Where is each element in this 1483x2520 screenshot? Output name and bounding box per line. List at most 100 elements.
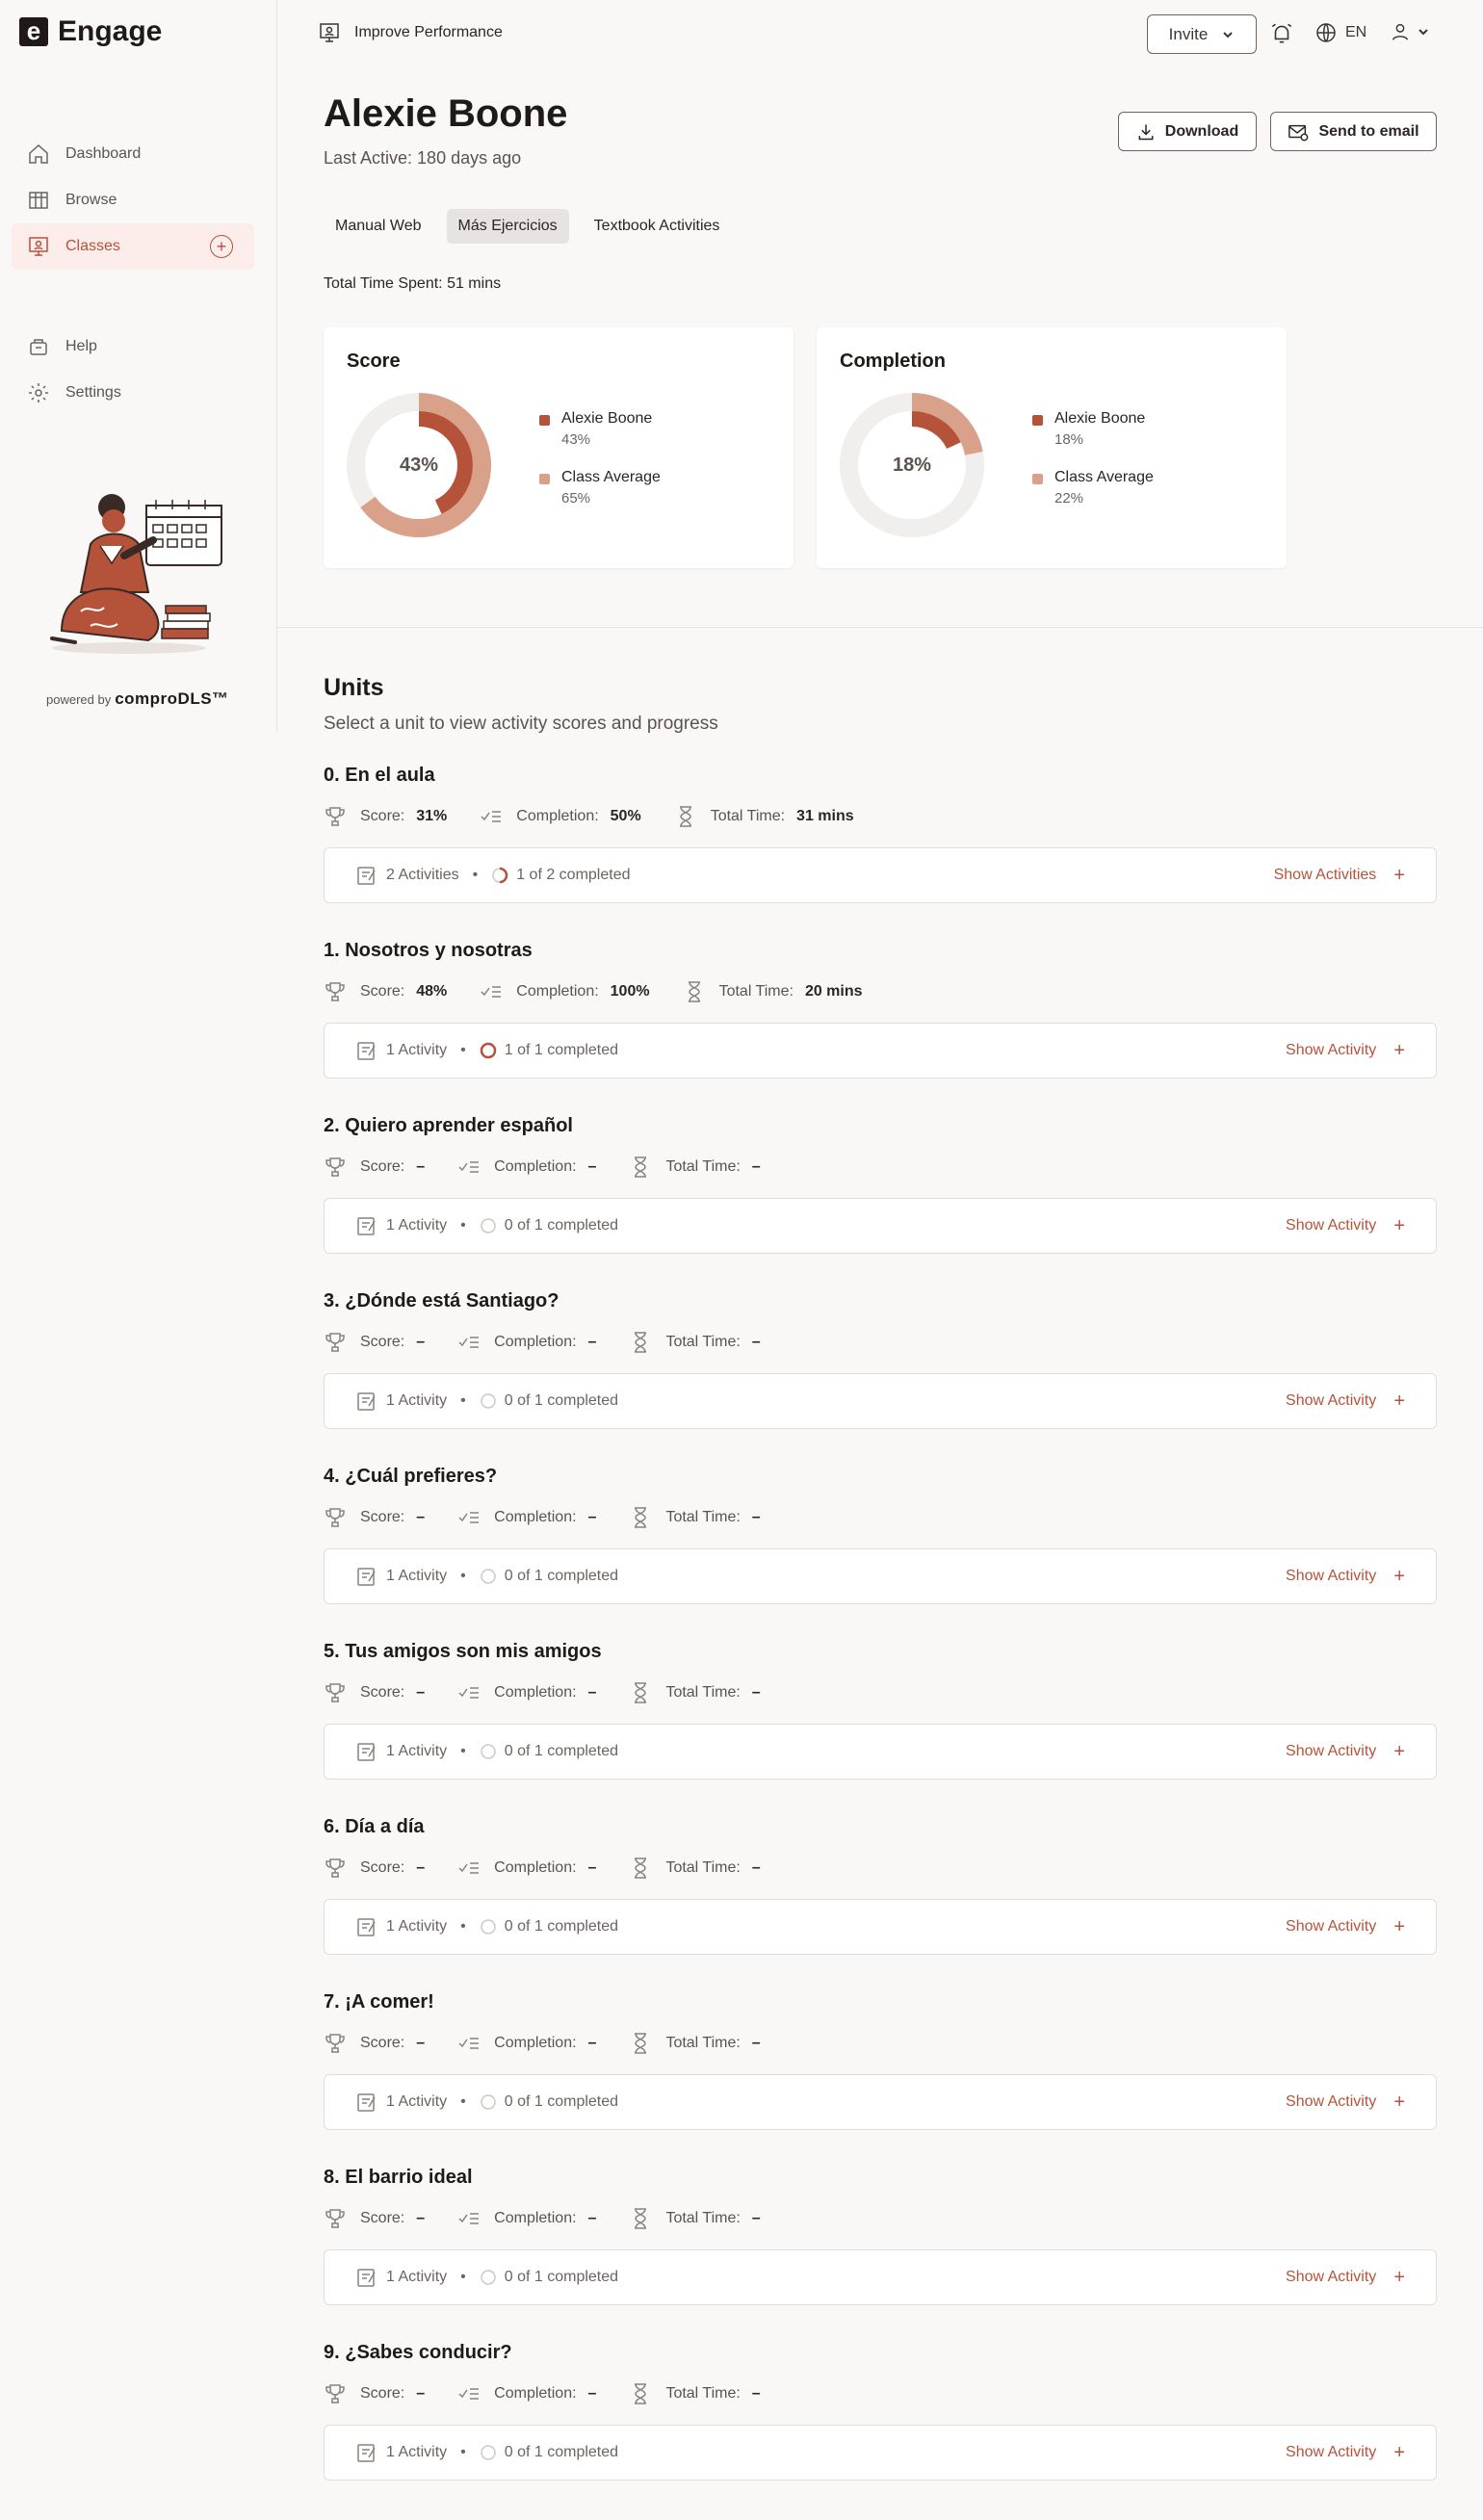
unit-item: 3. ¿Dónde está Santiago? Score: – Complet… [324, 1290, 1437, 1429]
score-label: Score: [360, 1158, 405, 1175]
hourglass-icon [635, 2383, 647, 2404]
tab-textbook-activities[interactable]: Textbook Activities [583, 209, 732, 244]
tab-mas-ejercicios[interactable]: Más Ejercicios [446, 209, 569, 244]
show-activity-button[interactable]: Show Activity + [1286, 1041, 1405, 1060]
legend-label: Class Average [1054, 469, 1154, 485]
sidebar-item-label: Dashboard [65, 145, 142, 162]
activity-count: 1 Activity [386, 1042, 448, 1058]
user-menu[interactable] [1390, 21, 1430, 42]
show-activity-button[interactable]: Show Activity + [1286, 2443, 1405, 2462]
add-class-button[interactable]: + [210, 235, 233, 258]
score-label: Score: [360, 1509, 405, 1525]
unit-completion: Completion: – [457, 1857, 596, 1880]
show-activity-label: Show Activity [1286, 2444, 1377, 2460]
time-label: Total Time: [665, 1859, 741, 1876]
unit-activities-row[interactable]: 1 Activity • 0 of 1 completed Show Activ… [324, 1198, 1437, 1254]
plus-icon: + [1393, 1916, 1405, 1937]
activity-doc-icon [357, 867, 376, 885]
unit-activities-row[interactable]: 1 Activity • 0 of 1 completed Show Activ… [324, 1548, 1437, 1604]
globe-icon [1316, 23, 1336, 42]
show-activity-button[interactable]: Show Activity + [1286, 1391, 1405, 1411]
chevron-down-icon [1418, 29, 1428, 36]
unit-item: 9. ¿Sabes conducir? Score: – Completion: –… [324, 2342, 1437, 2481]
legend-swatch-student [539, 415, 550, 426]
time-label: Total Time: [710, 808, 786, 824]
hourglass-icon [635, 1507, 647, 1528]
sidebar-item-label: Classes [65, 238, 120, 254]
show-activity-button[interactable]: Show Activity + [1286, 1216, 1405, 1235]
score-label: Score: [360, 1859, 405, 1876]
unit-time: Total Time: 31 mins [674, 805, 854, 828]
show-activity-button[interactable]: Show Activity + [1286, 1742, 1405, 1761]
unit-stats: Score: 48% Completion: 100% Total Time: 20 … [324, 980, 1437, 1003]
unit-activities-row[interactable]: 1 Activity • 0 of 1 completed Show Activ… [324, 2074, 1437, 2130]
checklist-icon [458, 1161, 480, 1173]
download-button[interactable]: Download [1118, 112, 1257, 151]
units-title: Units [324, 674, 384, 701]
score-value: – [416, 1684, 426, 1701]
progress-ring [481, 2270, 496, 2285]
unit-completion: Completion: – [457, 1681, 596, 1704]
score-value: – [416, 1859, 426, 1876]
completion-donut-value: 18% [892, 454, 932, 476]
completion-label: Completion: [494, 1334, 577, 1350]
time-value: – [751, 2035, 761, 2051]
sidebar: e Engage Dashboard Browse Classes + Help… [0, 0, 277, 732]
sidebar-item-help[interactable]: Help [12, 324, 254, 370]
time-label: Total Time: [665, 1334, 741, 1350]
app-logo[interactable]: e Engage [19, 15, 162, 48]
separator-dot: • [460, 1743, 466, 1759]
trophy-icon [325, 1508, 345, 1527]
unit-title: 8. El barrio ideal [324, 2167, 473, 2188]
unit-activities-row[interactable]: 1 Activity • 1 of 1 completed Show Activ… [324, 1023, 1437, 1078]
score-label: Score: [360, 808, 405, 824]
unit-activities-row[interactable]: 2 Activities • 1 of 2 completed Show Act… [324, 847, 1437, 903]
show-activity-button[interactable]: Show Activities + [1274, 866, 1405, 885]
sidebar-item-dashboard[interactable]: Dashboard [12, 131, 254, 177]
unit-activities-row[interactable]: 1 Activity • 0 of 1 completed Show Activ… [324, 1899, 1437, 1955]
completion-label: Completion: [494, 1859, 577, 1876]
completion-value: – [587, 1509, 597, 1525]
completed-count: 0 of 1 completed [504, 2444, 619, 2460]
trophy-icon [325, 982, 345, 1001]
invite-dropdown[interactable]: Invite [1147, 14, 1257, 54]
time-value: – [751, 1509, 761, 1525]
progress-ring [480, 1042, 496, 1059]
show-activity-button[interactable]: Show Activity + [1286, 1917, 1405, 1936]
unit-activities-row[interactable]: 1 Activity • 0 of 1 completed Show Activ… [324, 1373, 1437, 1429]
unit-activities-row[interactable]: 1 Activity • 0 of 1 completed Show Activ… [324, 2425, 1437, 2481]
progress-ring [481, 1393, 496, 1409]
legend-swatch-student [1032, 415, 1043, 426]
language-selector[interactable]: EN [1314, 21, 1366, 44]
show-activity-button[interactable]: Show Activity + [1286, 2268, 1405, 2287]
breadcrumb-label: Improve Performance [354, 24, 503, 40]
unit-score: Score: – [324, 2207, 425, 2230]
score-label: Score: [360, 1334, 405, 1350]
unit-completion: Completion: – [457, 1156, 596, 1179]
sidebar-item-browse[interactable]: Browse [12, 177, 254, 223]
completion-label: Completion: [494, 1684, 577, 1701]
unit-score: Score: – [324, 1506, 425, 1529]
unit-title: 5. Tus amigos son mis amigos [324, 1641, 602, 1662]
unit-completion: Completion: – [457, 1506, 596, 1529]
completed-count: 0 of 1 completed [504, 1217, 619, 1234]
breadcrumb[interactable]: Improve Performance [318, 21, 503, 44]
show-activity-button[interactable]: Show Activity + [1286, 2092, 1405, 2112]
unit-activities-row[interactable]: 1 Activity • 0 of 1 completed Show Activ… [324, 1724, 1437, 1780]
tab-manual-web[interactable]: Manual Web [324, 209, 433, 244]
completed-count: 0 of 1 completed [504, 1918, 619, 1935]
unit-activities-row[interactable]: 1 Activity • 0 of 1 completed Show Activ… [324, 2249, 1437, 2305]
hourglass-icon [635, 2033, 647, 2054]
trophy-icon [325, 1683, 345, 1702]
unit-title: 9. ¿Sabes conducir? [324, 2342, 512, 2363]
completion-label: Completion: [516, 808, 599, 824]
alarm-icon[interactable] [1269, 21, 1294, 46]
time-label: Total Time: [665, 2035, 741, 2051]
completion-value: – [587, 2385, 597, 2402]
sidebar-item-settings[interactable]: Settings [12, 370, 254, 416]
sidebar-item-classes[interactable]: Classes + [12, 223, 254, 270]
checklist-icon [458, 1337, 480, 1348]
show-activity-button[interactable]: Show Activity + [1286, 1567, 1405, 1586]
score-label: Score: [360, 2210, 405, 2226]
send-to-email-button[interactable]: Send to email [1270, 112, 1437, 151]
